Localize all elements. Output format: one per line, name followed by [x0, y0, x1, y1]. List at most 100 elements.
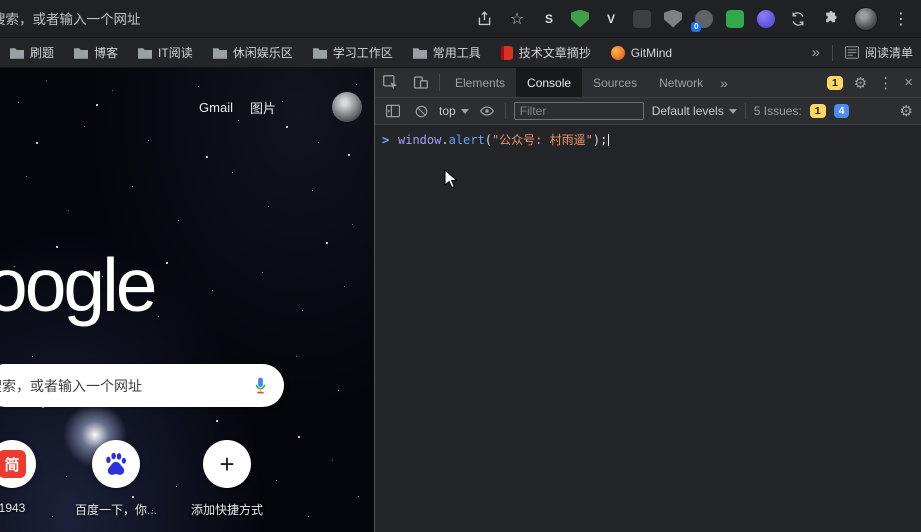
shortcut-label: 添加快捷方式	[179, 501, 275, 518]
extension-green-shield-icon[interactable]	[571, 10, 589, 28]
extension-v-icon[interactable]: V	[602, 10, 620, 28]
code-token: );	[593, 133, 607, 147]
divider	[505, 103, 506, 119]
live-expression-eye-icon[interactable]	[477, 103, 497, 119]
images-link[interactable]: 图片	[250, 98, 276, 117]
tab-network[interactable]: Network	[648, 68, 714, 97]
main-area: Gmail 图片 oogle 搜索，或者输入一个网址 简 19	[0, 68, 921, 532]
console-code: window.alert("公众号: 村雨遥");	[398, 133, 609, 148]
extensions-puzzle-icon[interactable]	[821, 9, 841, 29]
folder-icon	[313, 47, 327, 59]
toolbar-icons: ☆ S V 0 ⋮	[474, 7, 921, 31]
shortcut-tile-1943[interactable]: 简 1943	[0, 440, 60, 515]
omnibox[interactable]: 搜索，或者输入一个网址	[0, 8, 474, 29]
more-tabs-icon[interactable]: »	[714, 68, 734, 97]
voice-search-mic-icon[interactable]	[251, 376, 270, 395]
folder-icon	[10, 47, 24, 59]
google-account-avatar[interactable]	[332, 92, 362, 122]
tab-sources[interactable]: Sources	[582, 68, 648, 97]
shortcut-tile-baidu[interactable]: 百度一下，你...	[68, 440, 164, 518]
bookmark-item-common-tools[interactable]: 常用工具	[413, 44, 481, 61]
browser-menu-icon[interactable]: ⋮	[891, 9, 911, 29]
console-toolbar: top Default levels 5 Issues: 1 4 ⚙	[375, 98, 921, 125]
devtools-settings-gear-icon[interactable]: ⚙	[854, 74, 867, 92]
jianshu-icon: 简	[0, 450, 26, 478]
issues-info-badge[interactable]: 4	[834, 104, 850, 118]
divider	[439, 74, 440, 91]
gmail-link[interactable]: Gmail	[199, 100, 233, 115]
bookmark-item-boke[interactable]: 博客	[74, 44, 118, 61]
devtools-panel: Elements Console Sources Network » 1 ⚙ ⋮…	[374, 68, 921, 532]
omnibox-text: 搜索，或者输入一个网址	[0, 8, 141, 28]
chevron-down-icon	[461, 109, 469, 114]
extension-green-icon[interactable]	[726, 10, 744, 28]
code-token: window	[398, 133, 441, 147]
bookmark-item-it-reading[interactable]: IT阅读	[138, 44, 193, 61]
console-input-line[interactable]: > window.alert("公众号: 村雨遥");	[375, 125, 921, 152]
extension-badged-icon[interactable]: 0	[695, 10, 713, 28]
bookmark-item-gitmind[interactable]: GitMind	[611, 46, 672, 60]
share-icon[interactable]	[474, 9, 494, 29]
devtools-close-icon[interactable]: ×	[904, 74, 913, 91]
red-book-icon	[501, 46, 513, 60]
bookmark-item-tech-notes[interactable]: 技术文章摘抄	[501, 44, 591, 61]
console-settings-gear-icon[interactable]: ⚙	[900, 102, 913, 120]
bookmarks-overflow-icon[interactable]: »	[812, 44, 820, 61]
folder-icon	[413, 47, 427, 59]
folder-icon	[213, 47, 227, 59]
code-token: alert	[449, 133, 485, 147]
gitmind-icon	[611, 46, 625, 60]
console-sidebar-icon[interactable]	[383, 103, 403, 119]
console-filter-input[interactable]	[514, 102, 644, 120]
bookmark-item-shuati[interactable]: 刷题	[10, 44, 54, 61]
browser-window: 搜索，或者输入一个网址 ☆ S V 0	[0, 0, 921, 532]
google-apps-grid-icon[interactable]	[293, 96, 315, 118]
plus-icon: +	[219, 451, 234, 477]
issues-count-badge[interactable]: 1	[827, 76, 843, 90]
inspect-element-icon[interactable]	[375, 68, 405, 97]
bookmark-item-entertainment[interactable]: 休闲娱乐区	[213, 44, 293, 61]
context-selector-dropdown[interactable]: top	[439, 104, 469, 118]
issues-warning-badge[interactable]: 1	[810, 104, 826, 118]
bookmarks-bar: 刷题 博客 IT阅读 休闲娱乐区 学习工作区 常用工具 技术文章摘抄 GitM	[0, 38, 921, 68]
code-token: .	[441, 133, 448, 147]
browser-toolbar: 搜索，或者输入一个网址 ☆ S V 0	[0, 0, 921, 38]
folder-icon	[74, 47, 88, 59]
ntp-search-box[interactable]: 搜索，或者输入一个网址	[0, 364, 284, 407]
google-logo: oogle	[0, 242, 155, 328]
bookmark-star-icon[interactable]: ☆	[507, 9, 527, 29]
new-tab-page: Gmail 图片 oogle 搜索，或者输入一个网址 简 19	[0, 68, 374, 532]
bookmarks-right: » 阅读清单	[812, 44, 913, 61]
extension-dark-icon[interactable]	[633, 10, 651, 28]
text-caret	[608, 134, 609, 146]
issues-label: 5 Issues:	[754, 104, 802, 118]
starfield-large	[0, 68, 2, 70]
folder-icon	[138, 47, 152, 59]
ntp-header-links: Gmail 图片	[199, 92, 362, 122]
reading-list-icon	[845, 46, 859, 59]
log-levels-dropdown[interactable]: Default levels	[652, 104, 737, 118]
extension-gray-shield-icon[interactable]	[664, 10, 682, 28]
chevron-down-icon	[729, 109, 737, 114]
extension-purple-icon[interactable]	[757, 10, 775, 28]
tab-console[interactable]: Console	[516, 68, 582, 97]
ntp-search-placeholder: 搜索，或者输入一个网址	[0, 376, 251, 396]
baidu-paw-icon	[103, 451, 129, 477]
sync-icon[interactable]	[788, 9, 808, 29]
extension-s-icon[interactable]: S	[540, 10, 558, 28]
divider	[832, 45, 833, 61]
devtools-tabbar: Elements Console Sources Network » 1 ⚙ ⋮…	[375, 68, 921, 98]
profile-avatar[interactable]	[854, 7, 878, 31]
clear-console-icon[interactable]	[411, 104, 431, 119]
bookmark-item-study-work[interactable]: 学习工作区	[313, 44, 393, 61]
add-shortcut-tile[interactable]: + 添加快捷方式	[179, 440, 275, 518]
shortcut-label: 1943	[0, 501, 60, 515]
console-output-area[interactable]: > window.alert("公众号: 村雨遥");	[375, 125, 921, 532]
code-token: (	[485, 133, 492, 147]
devtools-tabbar-right: 1 ⚙ ⋮ ×	[827, 68, 921, 97]
code-token: "公众号: 村雨遥"	[492, 133, 593, 147]
reading-list-button[interactable]: 阅读清单	[845, 44, 913, 61]
device-toolbar-icon[interactable]	[405, 68, 435, 97]
devtools-menu-icon[interactable]: ⋮	[878, 74, 893, 92]
tab-elements[interactable]: Elements	[444, 68, 516, 97]
